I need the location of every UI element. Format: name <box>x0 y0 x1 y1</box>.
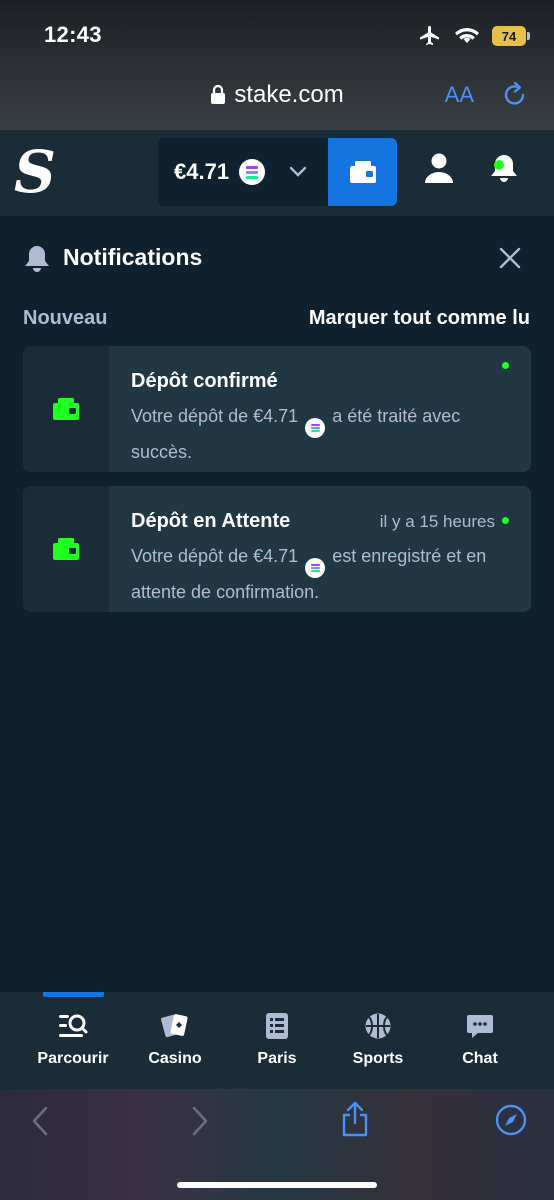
bookmarks-button[interactable] <box>495 1104 527 1141</box>
wallet-icon <box>349 161 376 183</box>
notification-time: il y a 15 heures <box>379 512 495 531</box>
unread-dot <box>502 517 509 524</box>
status-time: 12:43 <box>44 22 102 47</box>
text-size-label: AA <box>444 82 474 107</box>
chevron-right-icon <box>192 1106 208 1136</box>
forward-button[interactable] <box>190 1105 210 1142</box>
stake-logo[interactable]: S <box>14 140 56 204</box>
bell-icon <box>23 244 51 279</box>
body-text: Votre dépôt de €4.71 <box>131 406 299 426</box>
nav-item-sports[interactable]: Sports <box>328 1012 428 1068</box>
nav-item-browse[interactable]: Parcourir <box>23 1012 123 1068</box>
betslip-icon <box>266 1013 288 1039</box>
reload-icon <box>504 81 525 105</box>
close-icon <box>499 247 521 269</box>
battery-level: 74 <box>501 28 517 44</box>
share-icon <box>342 1101 368 1137</box>
chevron-left-icon <box>32 1106 48 1136</box>
basketball-icon <box>365 1013 391 1039</box>
solana-coin-icon <box>305 418 326 438</box>
chevron-down-icon <box>289 166 307 177</box>
balance-amount: €4.71 <box>174 159 230 184</box>
bell-icon <box>491 155 517 182</box>
chat-icon <box>467 1015 493 1038</box>
user-button[interactable] <box>424 152 454 189</box>
nav-item-chat[interactable]: Chat <box>430 1012 530 1068</box>
notifications-button[interactable] <box>488 152 520 189</box>
lock-icon <box>211 85 226 104</box>
body-text: Votre dépôt de €4.71 <box>131 546 299 566</box>
wallet-icon <box>53 398 79 420</box>
unread-dot <box>502 362 509 369</box>
nav-label: Chat <box>462 1050 498 1067</box>
share-button[interactable] <box>340 1101 370 1142</box>
notification-icon-column <box>23 486 109 612</box>
notification-card[interactable]: Dépôt confirmé Votre dépôt de €4.71 a ét… <box>23 346 531 472</box>
browse-icon <box>59 1014 88 1037</box>
browser-top-chrome: 12:43 74 stake.com AA <box>0 0 554 130</box>
balance-selector[interactable]: €4.71 <box>158 138 330 206</box>
bottom-nav: Parcourir Casino Paris Sports Chat <box>0 992 554 1089</box>
back-button[interactable] <box>30 1105 50 1142</box>
notification-body: Votre dépôt de €4.71 a été traité avec s… <box>131 402 515 466</box>
battery-icon: 74 <box>492 26 530 46</box>
notification-title: Dépôt en Attente <box>131 510 291 532</box>
text-size-button[interactable]: AA <box>445 82 474 108</box>
wallet-icon <box>53 538 79 560</box>
solana-coin-icon <box>305 558 326 578</box>
airplane-icon <box>420 26 439 45</box>
notification-title: Dépôt confirmé <box>131 370 278 392</box>
url-text: stake.com <box>234 81 344 108</box>
status-icons: 74 <box>418 22 530 50</box>
cards-icon <box>161 1014 188 1038</box>
nav-label: Casino <box>148 1050 202 1067</box>
section-label-new: Nouveau <box>23 307 108 329</box>
notifications-header: Notifications <box>0 216 554 300</box>
notification-body: Votre dépôt de €4.71 est enregistré et e… <box>131 542 515 606</box>
compass-icon <box>495 1104 527 1136</box>
nav-item-bets[interactable]: Paris <box>227 1012 327 1068</box>
user-icon <box>425 153 453 183</box>
solana-coin-icon <box>239 159 266 185</box>
nav-label: Sports <box>352 1050 404 1067</box>
wifi-icon <box>455 28 479 43</box>
notifications-title: Notifications <box>63 244 203 270</box>
close-button[interactable] <box>498 246 522 275</box>
site-header: S €4.71 <box>0 130 554 216</box>
reload-button[interactable] <box>502 80 528 113</box>
nav-label: Parcourir <box>37 1050 109 1067</box>
mark-all-read-button[interactable]: Marquer tout comme lu <box>309 307 530 330</box>
home-indicator <box>177 1182 377 1188</box>
nav-label: Paris <box>257 1050 297 1067</box>
active-tab-indicator <box>43 992 104 997</box>
unread-indicator <box>494 160 504 170</box>
notification-card[interactable]: Dépôt en Attente il y a 15 heures Votre … <box>23 486 531 612</box>
wallet-button[interactable] <box>328 138 397 206</box>
notification-icon-column <box>23 346 109 472</box>
nav-item-casino[interactable]: Casino <box>125 1012 225 1068</box>
